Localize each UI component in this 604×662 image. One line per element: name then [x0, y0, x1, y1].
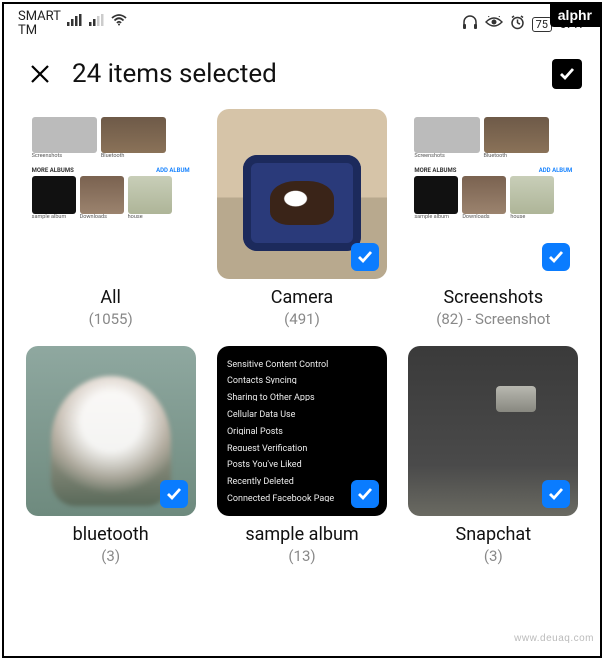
signal-icon [67, 14, 83, 30]
album-name: Snapchat [456, 524, 532, 545]
watermark: www.deuaq.com [514, 633, 594, 644]
select-all-button[interactable] [552, 59, 582, 89]
status-bar: SMART TM 75 [4, 4, 600, 41]
album-count: (1055) [89, 310, 133, 328]
page-title: 24 items selected [72, 59, 552, 89]
close-button[interactable] [26, 60, 54, 88]
album-bluetooth[interactable]: bluetooth (3) [22, 346, 199, 565]
album-thumbnail: Screenshots Bluetooth MORE ALBUMSADD ALB… [408, 109, 578, 279]
headphones-icon [462, 15, 478, 33]
signal-icon [89, 14, 105, 30]
album-thumbnail: Screenshots Bluetooth MORE ALBUMSADD ALB… [26, 109, 196, 279]
album-name: Screenshots [443, 287, 543, 308]
album-name: bluetooth [73, 524, 149, 545]
album-count: (491) [284, 310, 320, 328]
eye-icon [485, 16, 503, 32]
alarm-icon [510, 15, 525, 34]
carrier-label: SMART TM [18, 10, 61, 39]
wifi-icon [111, 14, 127, 30]
check-icon [160, 480, 188, 508]
album-all[interactable]: Screenshots Bluetooth MORE ALBUMSADD ALB… [22, 109, 199, 328]
album-name: All [100, 287, 121, 308]
check-icon [542, 243, 570, 271]
album-count: (82) - Screenshot [436, 310, 550, 328]
album-name: sample album [245, 524, 358, 545]
album-thumbnail [408, 346, 578, 516]
brand-badge: alphr [550, 4, 600, 27]
album-count: (13) [288, 547, 315, 565]
battery-icon: 75 [532, 17, 552, 32]
album-snapchat[interactable]: Snapchat (3) [405, 346, 582, 565]
album-screenshots[interactable]: Screenshots Bluetooth MORE ALBUMSADD ALB… [405, 109, 582, 328]
album-name: Camera [271, 287, 333, 308]
album-camera[interactable]: Camera (491) [213, 109, 390, 328]
album-count: (3) [484, 547, 503, 565]
album-count: (3) [101, 547, 120, 565]
album-thumbnail: Sensitive Content Control Contacts Synci… [217, 346, 387, 516]
album-sample[interactable]: Sensitive Content Control Contacts Synci… [213, 346, 390, 565]
check-icon [542, 480, 570, 508]
check-icon [351, 480, 379, 508]
album-thumbnail [26, 346, 196, 516]
check-icon [351, 243, 379, 271]
album-thumbnail [217, 109, 387, 279]
album-grid: Screenshots Bluetooth MORE ALBUMSADD ALB… [4, 109, 600, 565]
selection-header: 24 items selected [4, 41, 600, 109]
